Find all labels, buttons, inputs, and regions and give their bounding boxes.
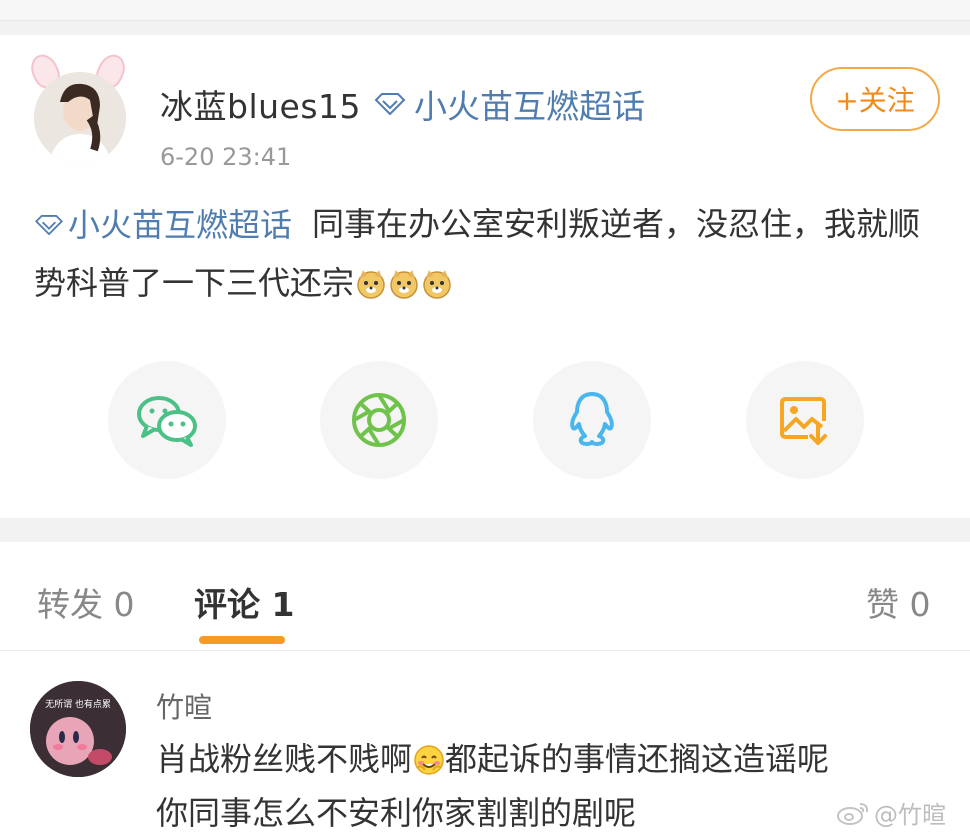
- share-moments-button[interactable]: [320, 361, 438, 479]
- diamond-icon: [374, 93, 406, 115]
- tab-repost[interactable]: 转发 0: [37, 578, 135, 626]
- doge-emoji-icon: [390, 270, 418, 299]
- moments-icon: [352, 393, 406, 447]
- section-gap: [0, 21, 970, 35]
- weibo-logo-icon: [837, 802, 869, 825]
- follow-label: +关注: [835, 84, 915, 117]
- avatar-photo: [34, 72, 126, 164]
- post-time: 6-20 23:41: [160, 143, 292, 171]
- comment-author[interactable]: 竹暄: [156, 686, 212, 726]
- tab-comment-label: 评论: [194, 585, 260, 624]
- tab-repost-label: 转发: [37, 585, 103, 624]
- watermark-text: @竹暄: [874, 801, 946, 829]
- share-qq-button[interactable]: [533, 361, 651, 479]
- post-tabs: 转发 0 评论 1 赞 0: [0, 542, 970, 651]
- section-separator: [0, 518, 970, 542]
- comment-text-line2: 你同事怎么不安利你家割割的剧呢: [156, 794, 637, 832]
- save-image-icon: [780, 397, 827, 445]
- doge-emoji-icon: [357, 270, 385, 299]
- tab-like-label: 赞: [866, 585, 899, 624]
- tab-like[interactable]: 赞 0: [866, 578, 931, 626]
- supertopic-link[interactable]: 小火苗互燃超话: [374, 80, 645, 128]
- share-wechat-button[interactable]: [108, 361, 226, 479]
- comment-text: 肖战粉丝贱不贱啊 都起诉的事情还搁这造谣呢 你同事怎么不安利你家割割的剧呢: [156, 732, 946, 840]
- wechat-icon: [137, 396, 197, 447]
- comment-avatar[interactable]: 无所谓 也有点累: [30, 681, 126, 777]
- shy-smile-emoji-icon: [414, 745, 444, 775]
- username[interactable]: 冰蓝blues15: [160, 80, 361, 128]
- active-tab-indicator: [199, 636, 285, 644]
- tab-repost-count: 0: [113, 585, 135, 624]
- tab-like-count: 0: [909, 585, 931, 624]
- diamond-icon: [34, 215, 64, 235]
- doge-emoji-icon: [423, 270, 451, 299]
- comment-text-part1: 肖战粉丝贱不贱啊: [156, 740, 413, 778]
- content-supertopic-link[interactable]: 小火苗互燃超话: [34, 196, 292, 254]
- share-save-image-button[interactable]: [746, 361, 864, 479]
- post-content: 小火苗互燃超话 同事在办公室安利叛逆者，没忍住，我就顺势科普了一下三代还宗: [34, 195, 944, 312]
- content-tag-label: 小火苗互燃超话: [68, 206, 293, 244]
- weibo-watermark: @竹暄: [836, 795, 946, 830]
- tab-comment[interactable]: 评论 1: [194, 578, 294, 626]
- comment-text-part2: 都起诉的事情还搁这造谣呢: [445, 740, 830, 778]
- avatar-caption: 无所谓 也有点累: [45, 698, 111, 710]
- top-bar-fragment: [0, 0, 970, 21]
- qq-icon: [570, 392, 614, 446]
- supertopic-label: 小火苗互燃超话: [414, 87, 645, 126]
- user-avatar[interactable]: [26, 50, 130, 166]
- tab-comment-count: 1: [271, 585, 295, 624]
- follow-button[interactable]: +关注: [810, 67, 940, 131]
